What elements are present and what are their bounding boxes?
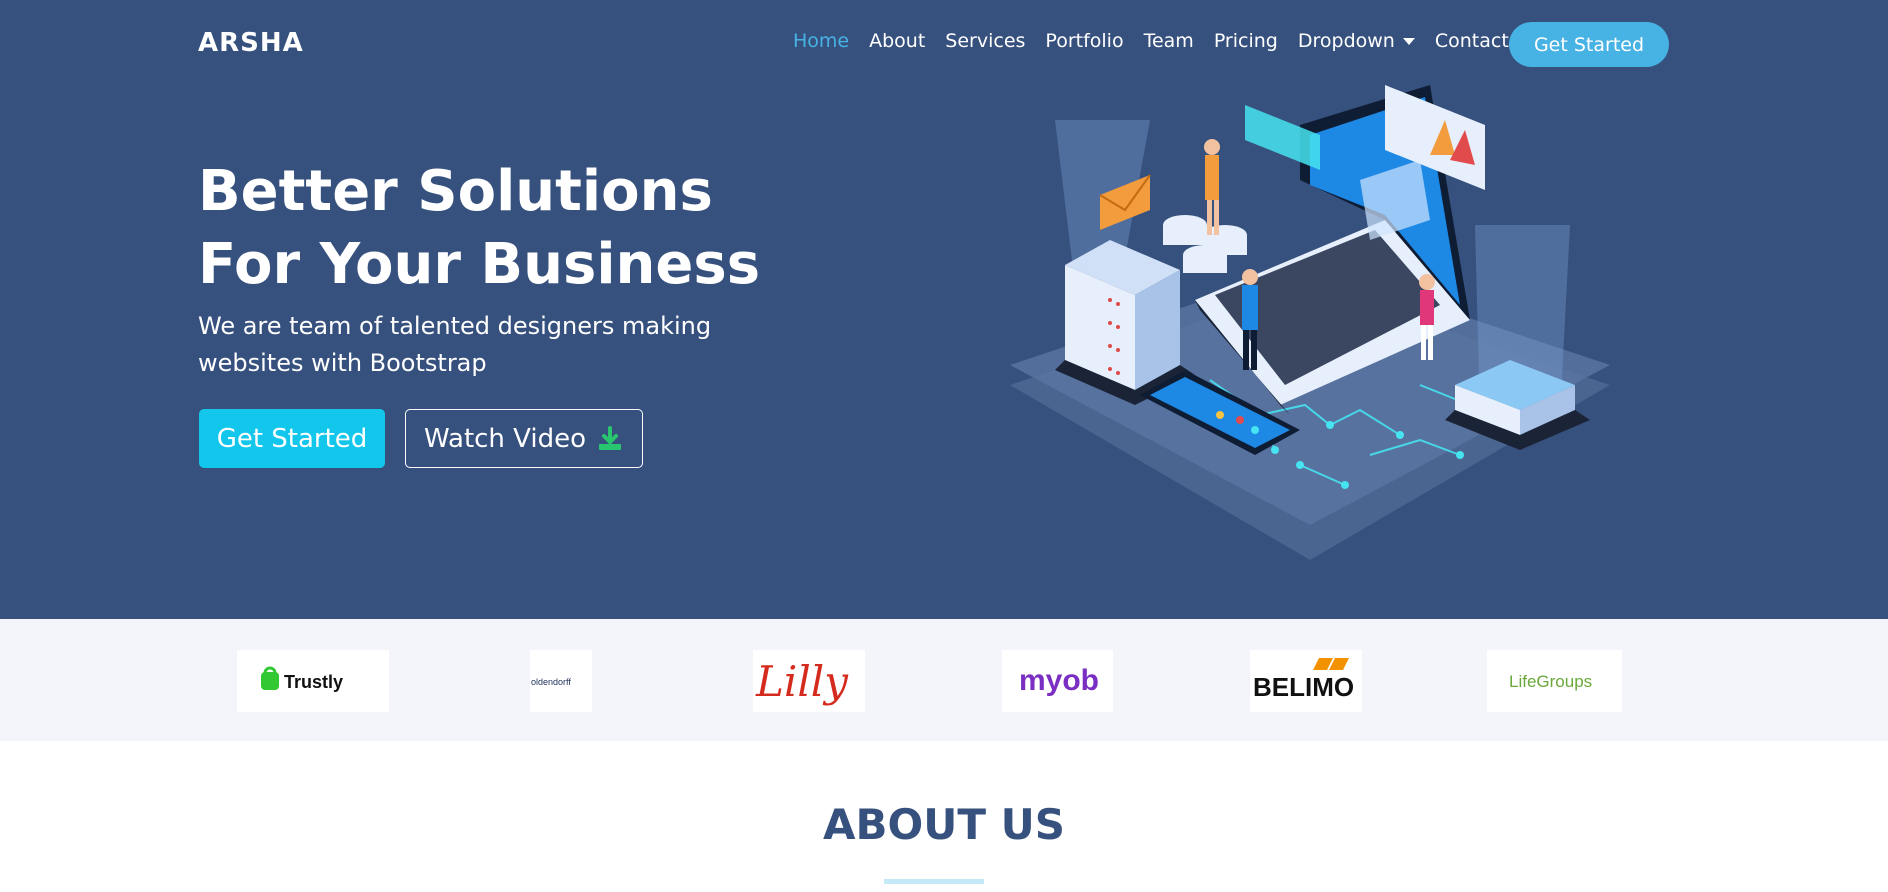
client-logo-lilly: Lilly (753, 650, 865, 712)
nav-services[interactable]: Services (945, 30, 1025, 52)
nav-portfolio[interactable]: Portfolio (1045, 30, 1123, 52)
hero-illustration (1010, 85, 1610, 560)
myob-logo: myob (1019, 664, 1099, 697)
hero-title: Better Solutions For Your Business (198, 159, 761, 297)
oldendorff-logo: oldendorff (531, 677, 571, 687)
client-logo-lifegroups: LifeGroups (1487, 650, 1622, 712)
lifegroups-logo: LifeGroups (1509, 672, 1592, 691)
get-started-button[interactable]: Get Started (199, 409, 385, 468)
download-icon (599, 425, 622, 450)
nav-home[interactable]: Home (793, 30, 849, 52)
nav-dropdown[interactable]: Dropdown (1298, 30, 1415, 52)
clients-section: Trustly oldendorff Lilly myob BELIMO Lif… (0, 619, 1888, 741)
trustly-logo: Trustly (261, 666, 343, 692)
nav-team[interactable]: Team (1144, 30, 1194, 52)
lilly-text: Lilly (755, 657, 849, 706)
oldendorff-text: oldendorff (531, 677, 571, 687)
client-logo-oldendorff: oldendorff (530, 650, 592, 712)
belimo-logo: BELIMO (1253, 658, 1354, 702)
nav-about[interactable]: About (869, 30, 925, 52)
lifegroups-text: LifeGroups (1509, 672, 1592, 691)
belimo-text: BELIMO (1253, 672, 1354, 702)
trustly-text: Trustly (284, 672, 343, 692)
hero-subtitle: We are team of talented designers making… (198, 312, 712, 377)
nav-pricing[interactable]: Pricing (1214, 30, 1278, 52)
chevron-down-icon (1402, 37, 1415, 45)
nav-contact[interactable]: Contact (1435, 30, 1509, 52)
lilly-logo: Lilly (755, 657, 849, 706)
hero-section: ARSHA Home About Services Portfolio Team… (0, 0, 1888, 619)
nav-get-started-button[interactable]: Get Started (1509, 22, 1669, 67)
watch-video-button[interactable]: Watch Video (405, 409, 643, 468)
watch-video-label: Watch Video (423, 423, 587, 454)
myob-text: myob (1019, 664, 1099, 697)
client-logo-belimo: BELIMO (1250, 650, 1362, 712)
client-logo-trustly: Trustly (237, 650, 389, 712)
nav-dropdown-label: Dropdown (1297, 30, 1395, 52)
about-title: ABOUT US (823, 800, 1065, 849)
main-nav: Home About Services Portfolio Team Prici… (773, 30, 1509, 52)
brand-logo[interactable]: ARSHA (198, 28, 304, 58)
about-title-underline (884, 879, 984, 884)
client-logo-myob: myob (1002, 650, 1113, 712)
